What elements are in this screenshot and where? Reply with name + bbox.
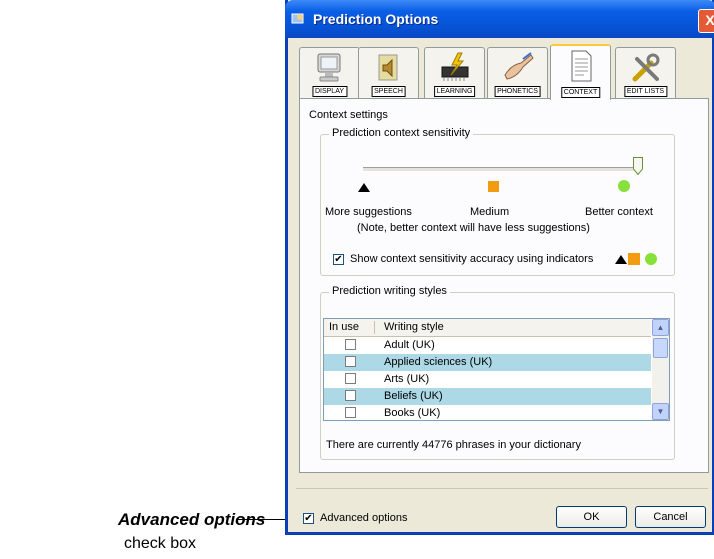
in-use-checkbox[interactable] — [345, 407, 356, 418]
list-item[interactable]: Beliefs (UK) — [324, 388, 651, 405]
writing-styles-group-label: Prediction writing styles — [329, 285, 450, 297]
callout-title: Advanced options — [118, 510, 266, 529]
hand-writing-icon — [503, 52, 534, 80]
tab-label: SPEECH — [371, 86, 406, 97]
scroll-down-icon[interactable]: ▼ — [652, 403, 669, 420]
show-indicators-label: Show context sensitivity accuracy using … — [350, 253, 594, 265]
tab-learning[interactable]: LEARNING — [424, 47, 485, 99]
in-use-checkbox[interactable] — [345, 339, 356, 350]
medium-label: Medium — [470, 206, 510, 218]
in-use-checkbox[interactable] — [345, 373, 356, 384]
indicator-triangle-icon — [615, 255, 627, 264]
monitor-icon — [317, 53, 340, 82]
scroll-up-icon[interactable]: ▲ — [652, 319, 669, 336]
app-icon — [291, 13, 304, 24]
style-name: Books (UK) — [384, 407, 441, 419]
list-item[interactable]: Arts (UK) — [324, 371, 651, 388]
tools-icon — [632, 53, 659, 82]
more-suggestions-label: More suggestions — [325, 206, 412, 218]
sensitivity-group-label: Prediction context sensitivity — [329, 127, 474, 139]
tab-display[interactable]: DISPLAY — [299, 47, 360, 99]
sensitivity-slider-thumb[interactable] — [633, 157, 643, 175]
tab-label: DISPLAY — [311, 86, 348, 97]
list-header: In use Writing style — [324, 319, 651, 337]
speaker-icon — [378, 54, 397, 81]
chip-lightning-icon — [441, 52, 468, 81]
context-settings-label: Context settings — [309, 109, 388, 121]
show-indicators-checkbox[interactable]: ✔ — [333, 254, 344, 265]
tab-edit-lists[interactable]: EDIT LISTS — [615, 47, 676, 99]
indicator-square-icon — [628, 253, 640, 265]
style-name: Adult (UK) — [384, 339, 435, 351]
style-name: Beliefs (UK) — [384, 390, 443, 402]
better-context-circle-icon — [618, 180, 630, 192]
tab-label: PHONETICS — [494, 86, 541, 97]
list-item[interactable]: Adult (UK) — [324, 337, 651, 354]
context-tab-page: Context settings Prediction context sens… — [299, 98, 709, 473]
close-button[interactable]: X — [698, 9, 714, 33]
writing-styles-list[interactable]: In use Writing style Adult (UK) Applied … — [323, 318, 670, 421]
more-suggestions-triangle-icon — [358, 183, 370, 192]
ok-button[interactable]: OK — [556, 506, 627, 528]
tab-label: LEARNING — [433, 86, 476, 97]
prediction-options-dialog: Prediction Options X DISPLAY SPEECH LEAR… — [285, 0, 714, 535]
in-use-checkbox[interactable] — [345, 356, 356, 367]
list-scrollbar[interactable]: ▲ ▼ — [652, 319, 669, 420]
indicator-circle-icon — [645, 253, 657, 265]
tab-speech[interactable]: SPEECH — [358, 47, 419, 99]
tab-context[interactable]: CONTEXT — [550, 44, 611, 100]
tab-strip: DISPLAY SPEECH LEARNING PHONETICS CONTEX… — [299, 44, 709, 100]
window-title: Prediction Options — [313, 11, 439, 27]
list-item[interactable]: Books (UK) — [324, 405, 651, 420]
advanced-options-label: Advanced options — [320, 512, 408, 524]
callout-subtitle: check box — [124, 535, 197, 552]
tab-label: CONTEXT — [560, 87, 601, 98]
style-name: Arts (UK) — [384, 373, 430, 385]
title-bar[interactable]: Prediction Options X — [285, 0, 714, 38]
sensitivity-note: (Note, better context will have less sug… — [357, 222, 590, 234]
col-writing-style-header[interactable]: Writing style — [384, 321, 444, 333]
sensitivity-slider-track[interactable] — [363, 167, 638, 172]
cancel-button[interactable]: Cancel — [635, 506, 706, 528]
better-context-label: Better context — [585, 206, 653, 218]
in-use-checkbox[interactable] — [345, 390, 356, 401]
advanced-options-checkbox[interactable]: ✔ — [303, 513, 314, 524]
scroll-thumb[interactable] — [653, 338, 668, 358]
dictionary-count-text: There are currently 44776 phrases in you… — [326, 439, 581, 451]
style-name: Applied sciences (UK) — [384, 356, 493, 368]
footer-divider — [296, 488, 708, 489]
document-icon — [571, 50, 591, 82]
medium-square-icon — [488, 181, 499, 192]
tab-phonetics[interactable]: PHONETICS — [487, 47, 548, 99]
list-item[interactable]: Applied sciences (UK) — [324, 354, 651, 371]
tab-label: EDIT LISTS — [623, 86, 668, 97]
col-in-use-header[interactable]: In use — [329, 321, 359, 333]
